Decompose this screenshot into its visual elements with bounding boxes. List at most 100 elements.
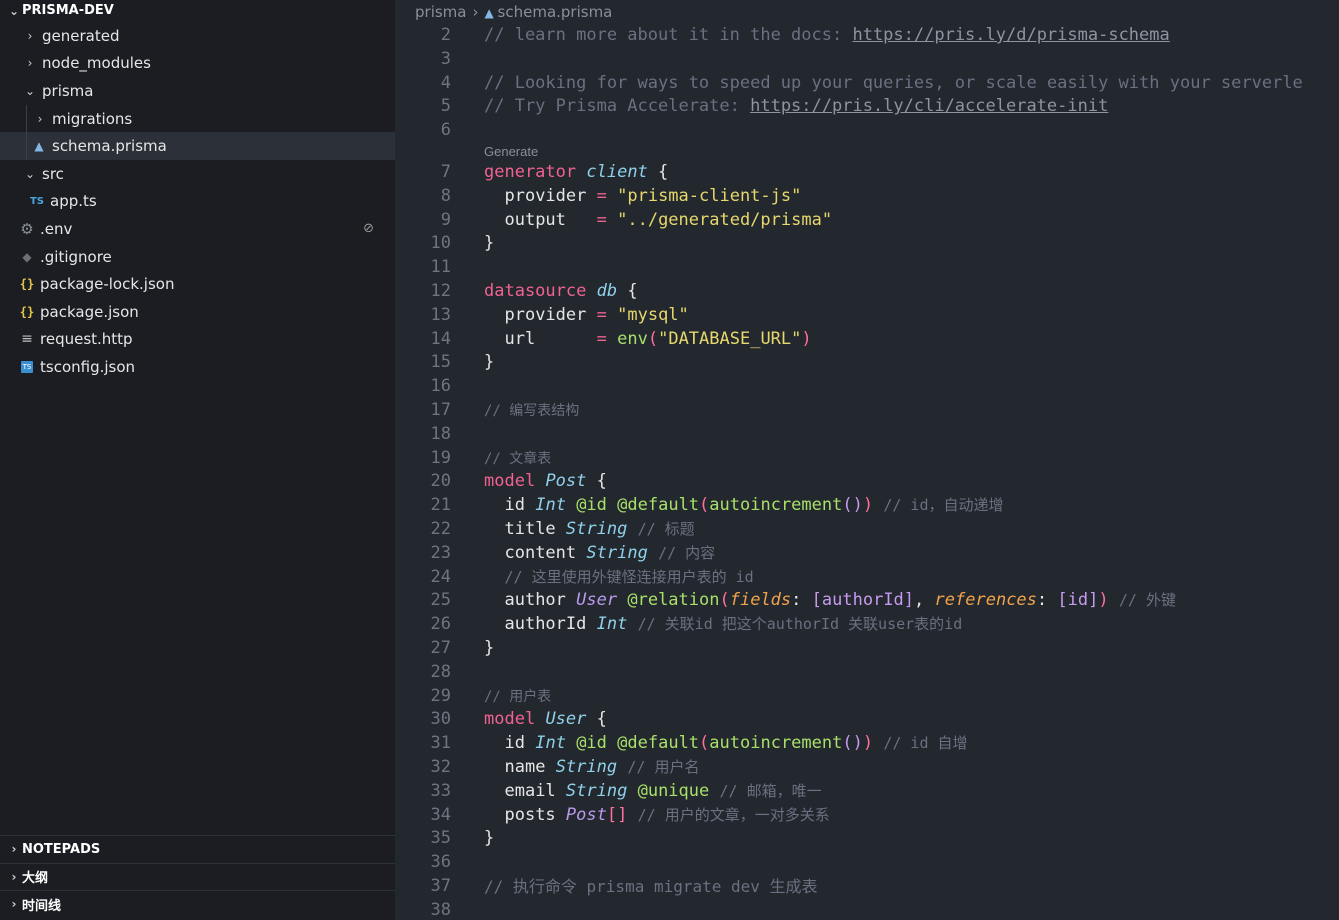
tree-item-env[interactable]: ⚙ .env ⊘ xyxy=(0,215,395,243)
indent-guide xyxy=(26,132,27,160)
breadcrumb-folder[interactable]: prisma xyxy=(415,3,466,21)
comment: // 这里使用外键怪连接用户表的 id xyxy=(504,567,754,586)
type: String xyxy=(586,542,648,563)
tree-item-app-ts[interactable]: TS app.ts xyxy=(0,188,395,216)
tree-item-label: schema.prisma xyxy=(52,137,167,156)
tree-item-label: package-lock.json xyxy=(40,275,175,294)
line-number: 8 xyxy=(440,185,451,206)
attribute: @id xyxy=(576,495,607,516)
argument-name: fields xyxy=(729,590,792,611)
panel-outline[interactable]: › 大纲 xyxy=(0,862,395,891)
line-number: 38 xyxy=(430,899,451,920)
bracket: ] xyxy=(903,590,915,611)
comment-link[interactable]: https://pris.ly/cli/accelerate-init xyxy=(750,96,1108,116)
panel-label: NOTEPADS xyxy=(22,841,101,857)
codelens-generate[interactable]: Generate xyxy=(395,143,1339,161)
tree-item-label: prisma xyxy=(42,81,94,100)
code-lines[interactable]: 2 // learn more about it in the docs: htt… xyxy=(395,24,1339,920)
line-number: 7 xyxy=(440,161,451,182)
tree-item-prisma[interactable]: ⌄ prisma xyxy=(0,77,395,105)
tree-item-gitignore[interactable]: ◆ .gitignore xyxy=(0,243,395,271)
code-line: 10} xyxy=(395,232,1339,256)
line-number: 5 xyxy=(440,96,451,117)
line-number: 19 xyxy=(430,447,451,468)
line-number: 30 xyxy=(430,709,451,730)
tree-item-src[interactable]: ⌄ src xyxy=(0,160,395,188)
brace: } xyxy=(484,352,495,373)
tree-item-generated[interactable]: › generated xyxy=(0,22,395,50)
paren: () xyxy=(842,495,863,516)
code-line: 27} xyxy=(395,637,1339,661)
line-number: 36 xyxy=(430,852,451,873)
identifier: db xyxy=(596,280,618,301)
tree-item-package-lock[interactable]: {} package-lock.json xyxy=(0,270,395,298)
property: id xyxy=(504,495,525,516)
property: provider xyxy=(504,185,587,206)
line-number: 11 xyxy=(430,257,451,278)
paren: ) xyxy=(801,328,812,349)
prisma-icon: ▲ xyxy=(484,6,498,20)
breadcrumb-file[interactable]: schema.prisma xyxy=(498,3,613,21)
code-line: 36 xyxy=(395,851,1339,875)
chevron-right-icon: › xyxy=(472,3,479,21)
code-line: 5 // Try Prisma Accelerate: https://pris.… xyxy=(395,95,1339,119)
tree-item-node-modules[interactable]: › node_modules xyxy=(0,50,395,78)
comment: // 文章表 xyxy=(484,450,552,467)
code-line: 21 id Int @id @default(autoincrement()) … xyxy=(395,494,1339,518)
paren: () xyxy=(842,733,863,754)
panel-timeline[interactable]: › 时间线 xyxy=(0,890,395,918)
bracket: ] xyxy=(1088,590,1099,611)
tree-item-tsconfig[interactable]: TS tsconfig.json xyxy=(0,353,395,381)
attribute: @id xyxy=(576,733,607,754)
code-line: 38 xyxy=(395,899,1339,920)
line-number: 6 xyxy=(440,120,451,141)
line-number: 17 xyxy=(430,399,451,420)
code-editor[interactable]: prisma › ▲ schema.prisma 2 // learn more ab… xyxy=(395,0,1339,920)
panel-notepads[interactable]: › NOTEPADS xyxy=(0,835,395,863)
colon: : xyxy=(1036,590,1048,611)
brace: { xyxy=(627,280,638,301)
type: Int xyxy=(596,614,628,635)
line-number: 2 xyxy=(440,25,451,45)
code-line: 8 provider = "prisma-client-js" xyxy=(395,185,1339,209)
comment-link[interactable]: https://pris.ly/d/prisma-schema xyxy=(852,25,1169,45)
chevron-right-icon: › xyxy=(11,869,17,884)
property: id xyxy=(504,733,525,754)
string: "DATABASE_URL" xyxy=(658,328,802,349)
code-line: 30 model User { xyxy=(395,708,1339,732)
bracket: [] xyxy=(606,804,628,825)
paren: ( xyxy=(719,590,730,611)
line-number: 27 xyxy=(430,637,451,658)
git-icon: ◆ xyxy=(22,249,32,264)
chevron-down-icon: ⌄ xyxy=(24,166,36,181)
code-line: 34 posts Post[] // 用户的文章，一对多关系 xyxy=(395,804,1339,828)
tree-item-label: src xyxy=(42,164,64,183)
function: autoincrement xyxy=(709,495,843,516)
explorer-root-header[interactable]: ⌄ PRISMA-DEV xyxy=(0,0,395,22)
prisma-icon: ▲ xyxy=(34,139,44,154)
tree-item-request-http[interactable]: ≡ request.http xyxy=(0,326,395,354)
comment: // 用户表 xyxy=(484,688,552,705)
code-line: 22 title String // 标题 xyxy=(395,518,1339,542)
code-line: 17 // 编写表结构 xyxy=(395,399,1339,423)
brace: { xyxy=(596,471,607,492)
line-number: 23 xyxy=(430,542,451,563)
tree-item-package-json[interactable]: {} package.json xyxy=(0,298,395,326)
comment: // 用户的文章，一对多关系 xyxy=(637,805,830,824)
tree-item-migrations[interactable]: › migrations xyxy=(0,104,395,133)
code-line: 15} xyxy=(395,351,1339,375)
code-line: 13 provider = "mysql" xyxy=(395,304,1339,328)
line-number: 9 xyxy=(440,209,451,230)
line-number: 33 xyxy=(430,780,451,801)
line-number: 24 xyxy=(430,566,451,587)
line-number: 28 xyxy=(430,661,451,682)
type: String xyxy=(565,518,628,539)
comma: , xyxy=(914,590,925,611)
comment: // 用户名 xyxy=(627,757,700,776)
code-line: 7 generator client { xyxy=(395,161,1339,185)
property: posts xyxy=(504,804,556,825)
property: authorId xyxy=(504,614,587,635)
tree-item-schema-prisma[interactable]: ▲ schema.prisma xyxy=(0,132,395,160)
gear-icon: ⚙ xyxy=(20,219,34,238)
line-number: 16 xyxy=(430,376,451,397)
